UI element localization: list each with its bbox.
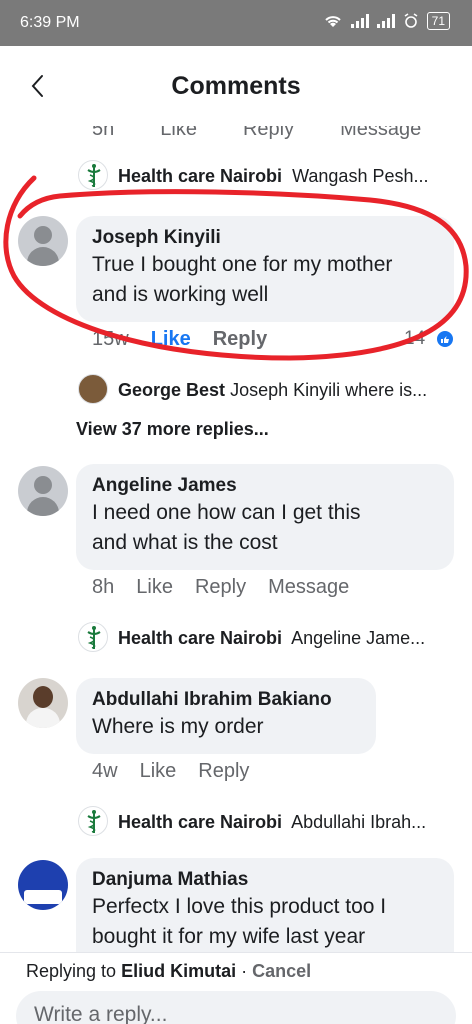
health-care-logo-avatar[interactable]	[78, 622, 108, 652]
battery-icon: 71	[426, 12, 450, 30]
reply-author: Health care Nairobi	[118, 812, 283, 832]
status-icons: 71	[323, 12, 450, 30]
comment-author[interactable]: Danjuma Mathias	[92, 868, 438, 892]
comment-text-line: and what is the cost	[92, 531, 278, 554]
reply-preview-row[interactable]: Health care Nairobi Wangash Pesh...	[118, 166, 428, 187]
message-button[interactable]: Message	[268, 576, 349, 599]
reply-author: Health care Nairobi	[118, 628, 283, 648]
comment-text-line: Perfectx I love this product too I	[92, 895, 387, 918]
cut-reply-button[interactable]: Reply	[243, 126, 294, 141]
like-reaction-icon	[435, 329, 455, 349]
avatar[interactable]	[18, 678, 68, 728]
reaction-count-value: 14	[404, 328, 426, 349]
reply-button[interactable]: Reply	[195, 576, 246, 599]
health-care-logo-avatar[interactable]	[78, 806, 108, 836]
page-title: Comments	[171, 72, 301, 100]
reply-preview-text: Joseph Kinyili where is...	[230, 380, 428, 400]
comment-author[interactable]: Joseph Kinyili	[92, 226, 438, 250]
like-button[interactable]: Like	[136, 576, 173, 599]
cut-message-button[interactable]: Message	[340, 126, 421, 141]
view-more-replies-link[interactable]: View 37 more replies...	[76, 419, 269, 440]
reply-preview-row[interactable]: Health care Nairobi Abdullahi Ibrah...	[118, 812, 426, 833]
reply-button[interactable]: Reply	[198, 760, 249, 783]
status-bar: 6:39 PM 71	[0, 0, 472, 46]
wifi-icon	[324, 16, 341, 27]
reply-preview-text: Wangash Pesh...	[292, 166, 429, 186]
reply-preview-row[interactable]: Health care Nairobi Angeline Jame...	[118, 628, 425, 649]
reply-preview-text: Abdullahi Ibrah...	[291, 812, 427, 832]
separator: ·	[241, 961, 248, 981]
caduceus-logo-icon	[87, 810, 101, 833]
replying-name: Eliud Kimutai	[121, 961, 237, 981]
avatar[interactable]	[18, 216, 68, 266]
reply-author: Health care Nairobi	[118, 166, 283, 186]
reply-composer: Replying to Eliud Kimutai · Cancel Write…	[0, 952, 472, 1024]
reply-preview-text: Angeline Jame...	[291, 628, 426, 648]
comment-text-line: and is working well	[92, 283, 269, 306]
caduceus-logo-icon	[87, 164, 101, 187]
reply-author: George Best	[118, 380, 226, 400]
cut-off-actions-row: 5h Like Reply Message	[92, 126, 421, 141]
signal-icon-2	[376, 14, 395, 28]
replying-to-bar: Replying to Eliud Kimutai · Cancel	[26, 961, 311, 982]
like-button[interactable]: Like	[151, 328, 191, 351]
comment-bubble[interactable]: Joseph Kinyili True I bought one for my …	[76, 216, 454, 322]
reply-input[interactable]: Write a reply...	[16, 991, 456, 1024]
signal-icon	[350, 14, 369, 28]
avatar[interactable]	[18, 860, 68, 910]
cancel-reply-button[interactable]: Cancel	[252, 961, 311, 981]
comment-bubble[interactable]: Abdullahi Ibrahim Bakiano Where is my or…	[76, 678, 376, 754]
reply-preview-row[interactable]: George Best Joseph Kinyili where is...	[118, 380, 427, 401]
avatar[interactable]	[18, 466, 68, 516]
alarm-icon	[404, 13, 418, 28]
comment-author[interactable]: Abdullahi Ibrahim Bakiano	[92, 688, 360, 712]
comment-text-line: True I bought one for my mother	[92, 253, 393, 276]
header: Comments	[0, 46, 472, 126]
health-care-logo-avatar[interactable]	[78, 160, 108, 190]
comment-actions: 15w Like Reply	[92, 328, 267, 351]
comment-text-line: bought it for my wife last year	[92, 925, 366, 948]
comment-actions: 8h Like Reply Message	[92, 576, 349, 599]
comment-text-line: I need one how can I get this	[92, 501, 361, 524]
reply-button[interactable]: Reply	[213, 328, 267, 351]
comment-author[interactable]: Angeline James	[92, 474, 438, 498]
cut-time: 5h	[92, 126, 115, 140]
status-time: 6:39 PM	[20, 14, 80, 31]
like-button[interactable]: Like	[140, 760, 177, 783]
reaction-count[interactable]: 14	[404, 328, 425, 350]
comment-time: 4w	[92, 760, 118, 782]
comment-text-line: Where is my order	[92, 715, 264, 738]
comment-actions: 4w Like Reply	[92, 760, 249, 783]
reply-avatar[interactable]	[78, 374, 108, 404]
cut-like-button[interactable]: Like	[160, 126, 197, 141]
comment-time: 8h	[92, 576, 115, 598]
comment-time: 15w	[92, 328, 129, 350]
comment-bubble[interactable]: Angeline James I need one how can I get …	[76, 464, 454, 570]
replying-prefix: Replying to	[26, 961, 117, 981]
comment-bubble[interactable]: Danjuma Mathias Perfectx I love this pro…	[76, 858, 454, 952]
comments-feed[interactable]: 5h Like Reply Message Health care Nairob…	[0, 126, 472, 952]
caduceus-logo-icon	[87, 626, 101, 649]
